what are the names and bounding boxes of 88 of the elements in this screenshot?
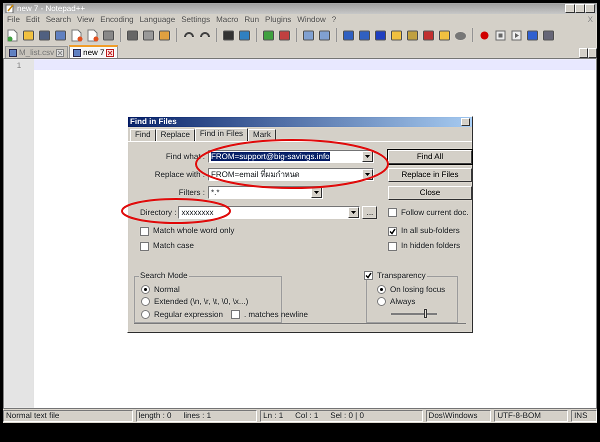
dropdown-arrow-icon[interactable]: [365, 155, 370, 158]
browse-button[interactable]: ...: [362, 206, 378, 220]
option-label: Match whole word only: [153, 226, 234, 236]
option-label: Always: [390, 297, 416, 307]
group-title: Search Mode: [139, 270, 189, 280]
status-text: Dos\Windows: [428, 411, 478, 421]
scroll-right-button[interactable]: [588, 48, 597, 58]
menu-item[interactable]: File: [7, 15, 20, 25]
menu-item[interactable]: Window: [297, 15, 326, 25]
status-text: length : 0: [138, 411, 172, 421]
checkbox[interactable]: [388, 226, 397, 236]
dialog-button[interactable]: Close: [388, 186, 472, 200]
status-text: Sel : 0 | 0: [330, 411, 364, 421]
tab-close-button[interactable]: [106, 48, 114, 56]
play-icon[interactable]: [510, 28, 523, 42]
menu-item[interactable]: Language: [140, 15, 176, 25]
checkbox[interactable]: [230, 310, 240, 320]
option-label: Extended (\n, \r, \t, \0, \x...): [154, 297, 248, 307]
field-label: Directory :: [140, 208, 176, 218]
stop-icon[interactable]: [494, 28, 507, 42]
field-label: Replace with :: [154, 170, 206, 180]
minimize-button[interactable]: [565, 4, 575, 13]
window-title: new 7 - Notepad++: [17, 4, 86, 14]
scroll-left-button[interactable]: [579, 48, 588, 58]
option-label: . matches newline: [244, 310, 308, 320]
dialog-title: Find in Files: [130, 117, 177, 127]
option-label: In all sub-folders: [401, 226, 460, 236]
option-label: In hidden folders: [401, 241, 460, 251]
dialog-button[interactable]: Find All: [388, 150, 472, 164]
checkbox[interactable]: [388, 208, 397, 218]
option-label: Normal: [154, 284, 180, 294]
tab-label: new 7: [83, 48, 104, 58]
radio-button[interactable]: [377, 284, 386, 294]
option-label: Regular expression: [154, 310, 223, 320]
combo-field[interactable]: FROM=support@big-savings.info: [208, 150, 374, 164]
close-button[interactable]: [585, 4, 595, 13]
maximize-button[interactable]: [575, 4, 585, 13]
file-tab[interactable]: new 7: [69, 45, 118, 58]
dialog-tab[interactable]: Mark: [248, 128, 276, 141]
combo-field[interactable]: *.*: [208, 186, 323, 200]
notepad-icon: [5, 4, 14, 13]
radio-button[interactable]: [141, 297, 150, 306]
menu-item[interactable]: ?: [332, 15, 336, 25]
directory-field[interactable]: xxxxxxxx: [178, 206, 360, 220]
menu-item[interactable]: Settings: [181, 15, 210, 25]
dialog-tab[interactable]: Find in Files: [194, 128, 248, 141]
checkbox[interactable]: [140, 242, 149, 251]
checkbox[interactable]: [140, 226, 149, 236]
menu-item[interactable]: Encoding: [100, 15, 134, 25]
tab-label: M_list.csv: [19, 48, 54, 58]
menu-item[interactable]: View: [77, 15, 94, 25]
checkbox[interactable]: [364, 270, 373, 280]
slider-thumb[interactable]: [424, 308, 426, 318]
option-label: On losing focus: [390, 284, 446, 294]
dialog-button[interactable]: Replace in Files: [388, 168, 472, 182]
status-text: Col : 1: [295, 411, 318, 421]
menu-item[interactable]: Run: [244, 15, 260, 25]
document-icon[interactable]: [6, 28, 19, 42]
status-text: Ln : 1: [263, 411, 284, 421]
radio-button[interactable]: [377, 297, 386, 306]
dialog-tab[interactable]: Replace: [156, 128, 195, 141]
radio-button[interactable]: [141, 310, 150, 320]
dropdown-arrow-icon[interactable]: [314, 191, 319, 194]
menu-item[interactable]: Edit: [26, 15, 40, 25]
combo-field[interactable]: FROM=email ที่ผมกำหนด: [208, 168, 374, 182]
dropdown-arrow-icon[interactable]: [365, 173, 370, 176]
dialog-tab[interactable]: Find: [130, 128, 156, 141]
file-tab[interactable]: M_list.csv: [5, 46, 68, 58]
status-text: Normal text file: [6, 411, 60, 421]
group-title: Transparency: [377, 270, 426, 280]
status-text: lines : 1: [183, 411, 212, 421]
documents-close-icon[interactable]: [86, 28, 99, 42]
status-text: INS: [574, 411, 588, 421]
menu-item[interactable]: Plugins: [265, 15, 292, 25]
radio-button[interactable]: [141, 284, 150, 294]
menu-item[interactable]: Macro: [216, 15, 238, 25]
status-text: UTF-8-BOM: [497, 411, 541, 421]
tab-close-button[interactable]: [56, 48, 64, 56]
dropdown-arrow-icon[interactable]: [351, 211, 356, 214]
field-label: Filters :: [178, 188, 206, 198]
document-close-icon[interactable]: [70, 28, 83, 42]
option-label: Match case: [153, 241, 194, 251]
menu-item[interactable]: Search: [46, 15, 72, 25]
record-icon[interactable]: [478, 28, 491, 42]
checkbox[interactable]: [388, 242, 397, 251]
option-label: Follow current doc.: [401, 208, 469, 218]
close-button[interactable]: [461, 118, 470, 126]
line-number: 1: [16, 61, 22, 71]
